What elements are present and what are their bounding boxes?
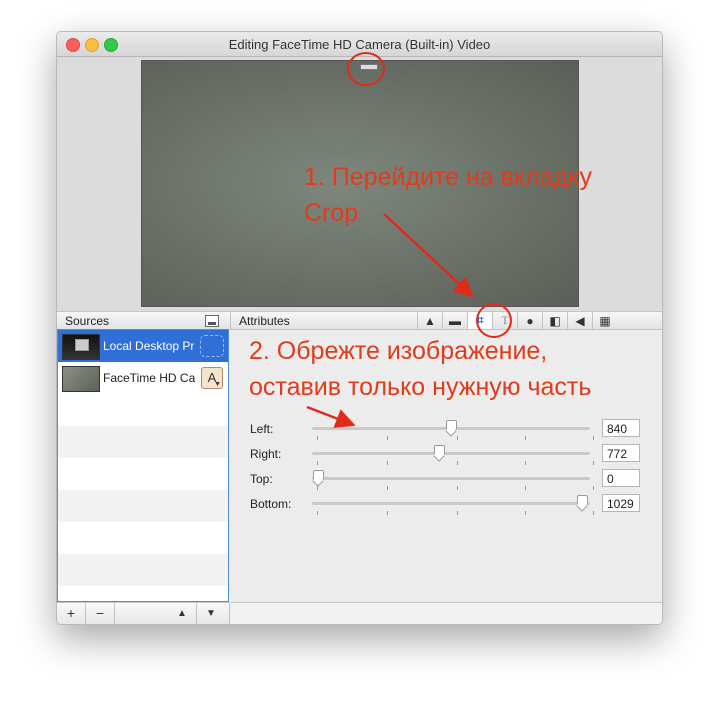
arrow-to-left-slider xyxy=(306,405,356,428)
arrow-to-crop-tab xyxy=(383,213,474,298)
annotation-arrows xyxy=(306,213,474,428)
